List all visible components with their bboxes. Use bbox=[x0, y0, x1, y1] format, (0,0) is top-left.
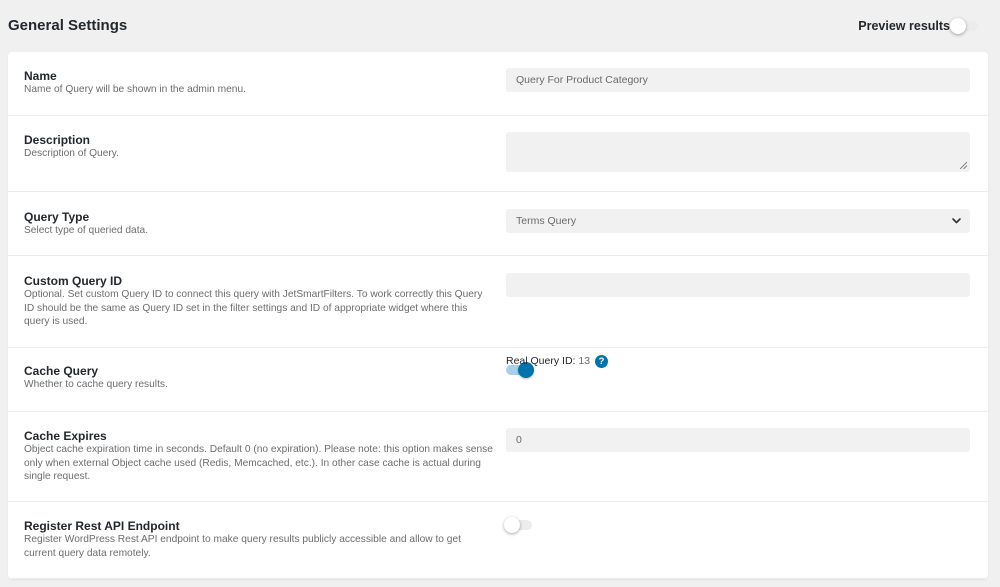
cache-expires-input[interactable]: 0 bbox=[506, 428, 970, 452]
real-query-id-value: 13 bbox=[578, 355, 591, 367]
register-rest-toggle[interactable] bbox=[504, 515, 534, 535]
settings-header: General Settings Preview results bbox=[0, 0, 1000, 52]
page-title: General Settings bbox=[8, 17, 128, 34]
query-type-description: Select type of queried data. bbox=[24, 225, 149, 236]
query-type-label: Query Type bbox=[24, 210, 90, 224]
description-textarea[interactable] bbox=[506, 132, 970, 172]
toggle-knob bbox=[950, 18, 966, 34]
help-icon[interactable]: ? bbox=[595, 355, 608, 368]
real-query-id-label: Real Query ID: bbox=[506, 355, 576, 367]
name-input[interactable]: Query For Product Category bbox=[506, 68, 970, 92]
name-description: Name of Query will be shown in the admin… bbox=[24, 84, 246, 95]
chevron-down-icon bbox=[952, 218, 961, 224]
resize-grip-icon[interactable] bbox=[960, 162, 967, 169]
register-rest-label: Register Rest API Endpoint bbox=[24, 519, 180, 533]
setting-row-custom-query-id: Custom Query ID Optional. Set custom Que… bbox=[8, 256, 988, 348]
setting-row-register-rest: Register Rest API Endpoint Register Word… bbox=[8, 502, 988, 579]
custom-query-id-label: Custom Query ID bbox=[24, 274, 123, 288]
preview-results-label: Preview results bbox=[858, 19, 950, 33]
cache-query-label: Cache Query bbox=[24, 364, 99, 378]
settings-card: Name Name of Query will be shown in the … bbox=[8, 52, 988, 579]
cache-query-description: Whether to cache query results. bbox=[24, 379, 168, 390]
query-type-select[interactable]: Terms Query bbox=[506, 209, 970, 233]
custom-query-id-input[interactable] bbox=[506, 273, 970, 297]
setting-row-cache-expires: Cache Expires Object cache expiration ti… bbox=[8, 412, 988, 502]
query-type-selected-value: Terms Query bbox=[516, 215, 577, 227]
cache-expires-description: Object cache expiration time in seconds.… bbox=[24, 444, 493, 483]
preview-results-toggle[interactable] bbox=[950, 16, 980, 36]
custom-query-id-description: Optional. Set custom Query ID to connect… bbox=[24, 289, 483, 328]
description-description: Description of Query. bbox=[24, 148, 119, 159]
name-label: Name bbox=[24, 69, 57, 83]
setting-row-description: Description Description of Query. bbox=[8, 116, 988, 192]
register-rest-description: Register WordPress Rest API endpoint to … bbox=[24, 534, 461, 559]
setting-row-name: Name Name of Query will be shown in the … bbox=[8, 52, 988, 116]
setting-row-query-type: Query Type Select type of queried data. … bbox=[8, 192, 988, 256]
cache-expires-label: Cache Expires bbox=[24, 429, 107, 443]
setting-row-cache-query: Cache Query Whether to cache query resul… bbox=[8, 348, 988, 412]
real-query-id: Real Query ID: 13 bbox=[506, 355, 590, 367]
description-label: Description bbox=[24, 133, 91, 147]
toggle-knob bbox=[504, 517, 520, 533]
